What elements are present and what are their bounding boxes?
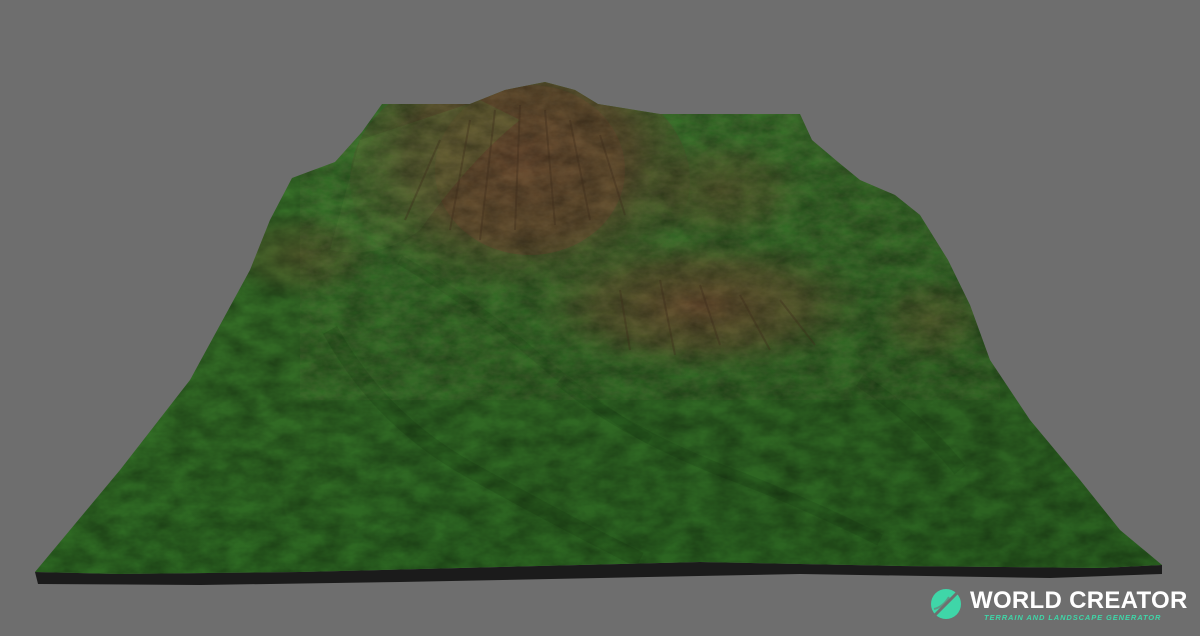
logo-title: WORLD CREATOR xyxy=(970,587,1188,614)
world-creator-emblem-icon xyxy=(930,588,962,620)
3d-viewport[interactable]: WORLD CREATOR TERRAIN AND LANDSCAPE GENE… xyxy=(0,0,1200,636)
world-creator-logo: WORLD CREATOR TERRAIN AND LANDSCAPE GENE… xyxy=(926,584,1188,628)
terrain-surface xyxy=(35,82,1162,574)
logo-subtitle: TERRAIN AND LANDSCAPE GENERATOR xyxy=(984,613,1162,622)
terrain-render[interactable] xyxy=(0,0,1200,636)
